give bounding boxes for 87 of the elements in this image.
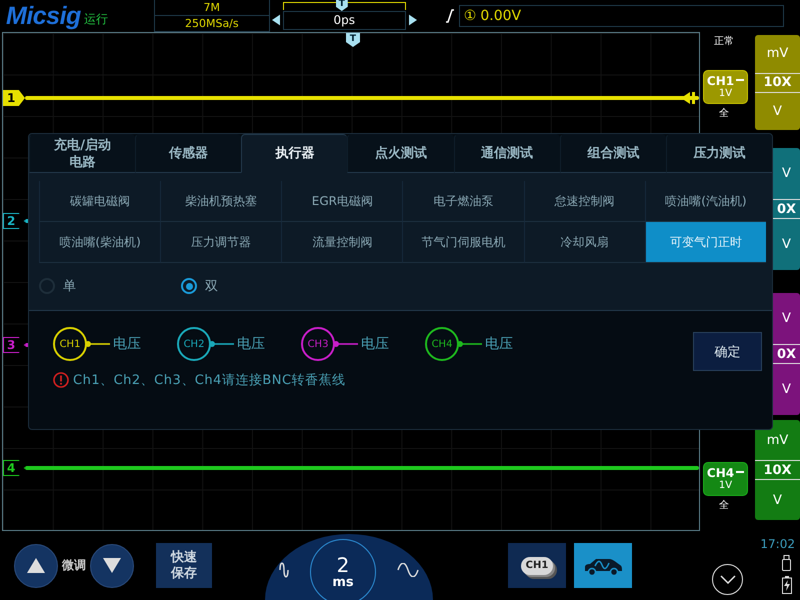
scale-bar[interactable]: mV 10X V bbox=[755, 35, 800, 130]
scale-unit: V bbox=[781, 236, 792, 254]
bandwidth-label: 全 bbox=[719, 107, 729, 120]
signal-type: 电压 bbox=[485, 335, 513, 353]
scale-unit: V bbox=[772, 492, 783, 510]
acquisition-mode: 正常 bbox=[714, 34, 734, 48]
sine-wave-icon bbox=[397, 563, 419, 577]
radio-label: 单 bbox=[63, 278, 76, 295]
quick-save-button[interactable]: 快速保存 bbox=[156, 543, 212, 588]
right-arrow-icon[interactable] bbox=[408, 14, 417, 26]
probe-connector-icon bbox=[456, 340, 482, 348]
up-button[interactable] bbox=[14, 544, 58, 588]
channel-name: CH4 bbox=[706, 466, 734, 480]
scale-unit: V bbox=[781, 165, 792, 183]
signal-type: 电压 bbox=[361, 335, 389, 353]
rising-edge-icon bbox=[444, 9, 455, 23]
up-triangle-icon bbox=[27, 558, 45, 573]
down-triangle-icon bbox=[103, 558, 121, 573]
scale-bar[interactable]: mV 10X V bbox=[755, 420, 800, 520]
sample-rate: 250MSa/s bbox=[184, 16, 240, 31]
scale-unit: V bbox=[781, 381, 792, 399]
dc-coupling-icon bbox=[736, 79, 744, 83]
battery-charging-icon bbox=[782, 576, 792, 594]
category-tab[interactable]: 通信测试 bbox=[454, 134, 560, 173]
test-item[interactable]: 柴油机预热塞 bbox=[160, 181, 282, 222]
chevron-down-icon bbox=[720, 575, 736, 584]
test-item[interactable]: 电子燃油泵 bbox=[402, 181, 524, 222]
scale-unit: 10X bbox=[755, 460, 800, 480]
usb-icon bbox=[782, 555, 791, 571]
test-item[interactable]: 怠速控制阀 bbox=[524, 181, 645, 222]
channel-marker[interactable]: 1 bbox=[3, 90, 25, 106]
memory-depth: 7M bbox=[154, 0, 269, 16]
mode-radio[interactable]: 单 bbox=[39, 277, 76, 295]
channel-marker[interactable]: 3 bbox=[3, 337, 25, 353]
channel-marker[interactable]: 4 bbox=[3, 460, 25, 476]
scale-unit: mV bbox=[766, 45, 790, 64]
sine-wave-icon bbox=[279, 561, 289, 579]
category-tab[interactable]: 压力测试 bbox=[666, 134, 772, 173]
scale-unit: mV bbox=[766, 432, 790, 450]
down-button[interactable] bbox=[90, 544, 134, 588]
warning-message: Ch1、Ch2、Ch3、Ch4请连接BNC转香蕉线 bbox=[73, 372, 346, 389]
warning-icon bbox=[53, 372, 69, 388]
expand-button[interactable] bbox=[712, 564, 743, 595]
test-item[interactable]: 喷油嘴(柴油机) bbox=[39, 222, 160, 263]
channel-stack-label: CH1 bbox=[520, 556, 554, 574]
category-tab[interactable]: 执行器 bbox=[241, 134, 348, 173]
test-item[interactable]: 流量控制阀 bbox=[281, 222, 402, 263]
test-item[interactable]: 节气门伺服电机 bbox=[402, 222, 524, 263]
trigger-source: ① bbox=[464, 8, 476, 24]
test-item[interactable]: 碳罐电磁阀 bbox=[39, 181, 160, 222]
scale-unit: 10X bbox=[755, 72, 800, 92]
volts-per-div: 1V bbox=[718, 88, 732, 100]
test-item[interactable]: EGR电磁阀 bbox=[281, 181, 402, 222]
mode-radio[interactable]: 双 bbox=[181, 277, 218, 295]
fine-tune-label: 微调 bbox=[62, 557, 86, 574]
channel-marker[interactable]: 2 bbox=[3, 213, 25, 229]
probe-connector-icon bbox=[208, 340, 234, 348]
probe-connector-icon bbox=[332, 340, 358, 348]
probe-connector-icon bbox=[84, 340, 110, 348]
channel-badge[interactable]: CH4 1V bbox=[703, 462, 748, 496]
car-mode-button[interactable] bbox=[574, 543, 632, 588]
timebase-value[interactable]: 2 ms bbox=[310, 539, 376, 600]
category-tab[interactable]: 组合测试 bbox=[560, 134, 666, 173]
confirm-button[interactable]: 确定 bbox=[693, 332, 762, 371]
clock: 17:02 bbox=[760, 537, 795, 551]
scale-unit: V bbox=[772, 102, 783, 121]
trigger-marker: T bbox=[346, 33, 360, 47]
radio-label: 双 bbox=[205, 278, 218, 295]
test-item[interactable]: 压力调节器 bbox=[160, 222, 282, 263]
bandwidth-label: 全 bbox=[719, 499, 729, 512]
time-offset[interactable]: 0ps bbox=[282, 11, 406, 30]
brand-logo: Micsig bbox=[6, 2, 81, 30]
volts-per-div: 1V bbox=[718, 480, 732, 492]
dc-coupling-icon bbox=[736, 471, 744, 475]
category-tab[interactable]: 充电/启动电路 bbox=[29, 134, 136, 173]
trigger-panel[interactable]: ① 0.00V bbox=[458, 5, 784, 27]
left-arrow-icon[interactable] bbox=[272, 14, 280, 26]
trigger-level: 0.00V bbox=[480, 8, 522, 24]
signal-type: 电压 bbox=[113, 335, 141, 353]
run-state: 运行 bbox=[84, 10, 109, 28]
scale-unit: V bbox=[781, 310, 792, 328]
channel-button[interactable]: CH1 bbox=[508, 543, 566, 588]
channel-name: CH1 bbox=[706, 74, 734, 88]
category-tab[interactable]: 点火测试 bbox=[347, 134, 454, 173]
signal-type: 电压 bbox=[237, 335, 265, 353]
category-tab[interactable]: 传感器 bbox=[135, 134, 242, 173]
timebase-dial[interactable]: 2 ms bbox=[265, 534, 433, 600]
